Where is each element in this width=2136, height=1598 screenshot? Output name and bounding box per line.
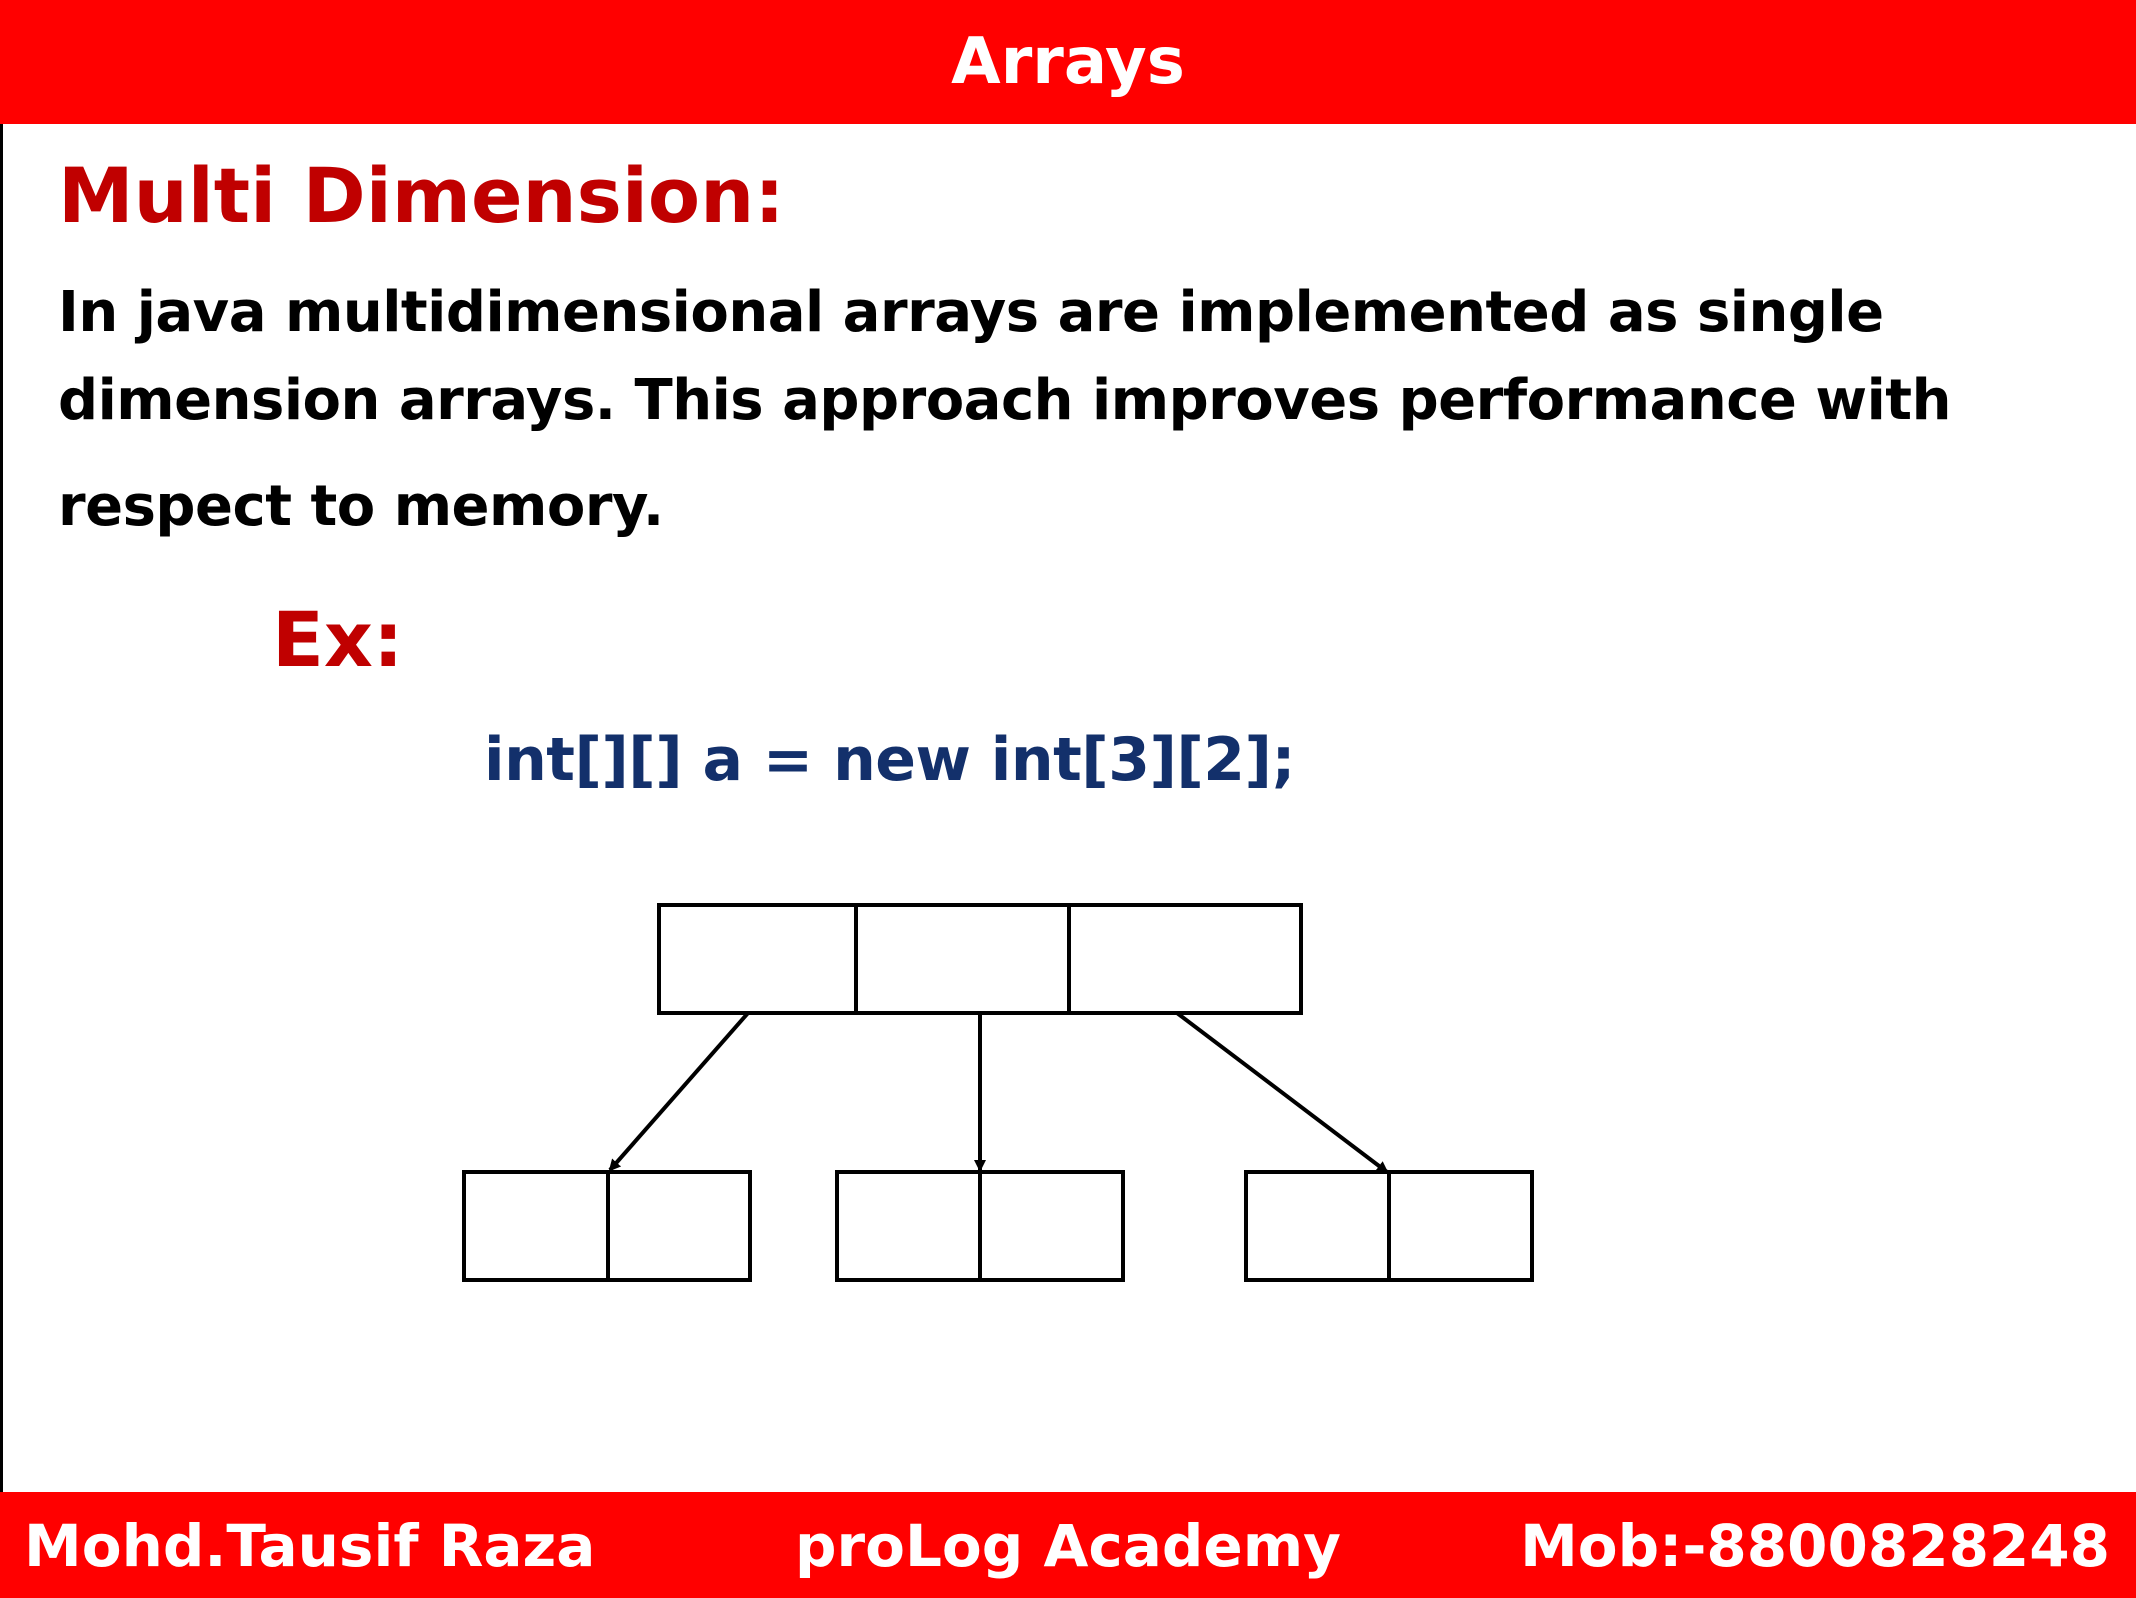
arrow-to-inner-array-1 bbox=[608, 1011, 750, 1172]
footer-phone: Mob:-8800828248 bbox=[1520, 1512, 2110, 1580]
inner-array-1 bbox=[462, 1170, 752, 1282]
outer-array bbox=[657, 903, 1303, 1015]
footer-banner: Mohd.Tausif Raza proLog Academy Mob:-880… bbox=[0, 1492, 2136, 1598]
array-diagram bbox=[462, 903, 1534, 1282]
outer-array-frame bbox=[657, 903, 1303, 1015]
inner-array-3 bbox=[1244, 1170, 1534, 1282]
arrow-to-inner-array-3 bbox=[1175, 1011, 1389, 1174]
inner-array-2 bbox=[835, 1170, 1125, 1282]
